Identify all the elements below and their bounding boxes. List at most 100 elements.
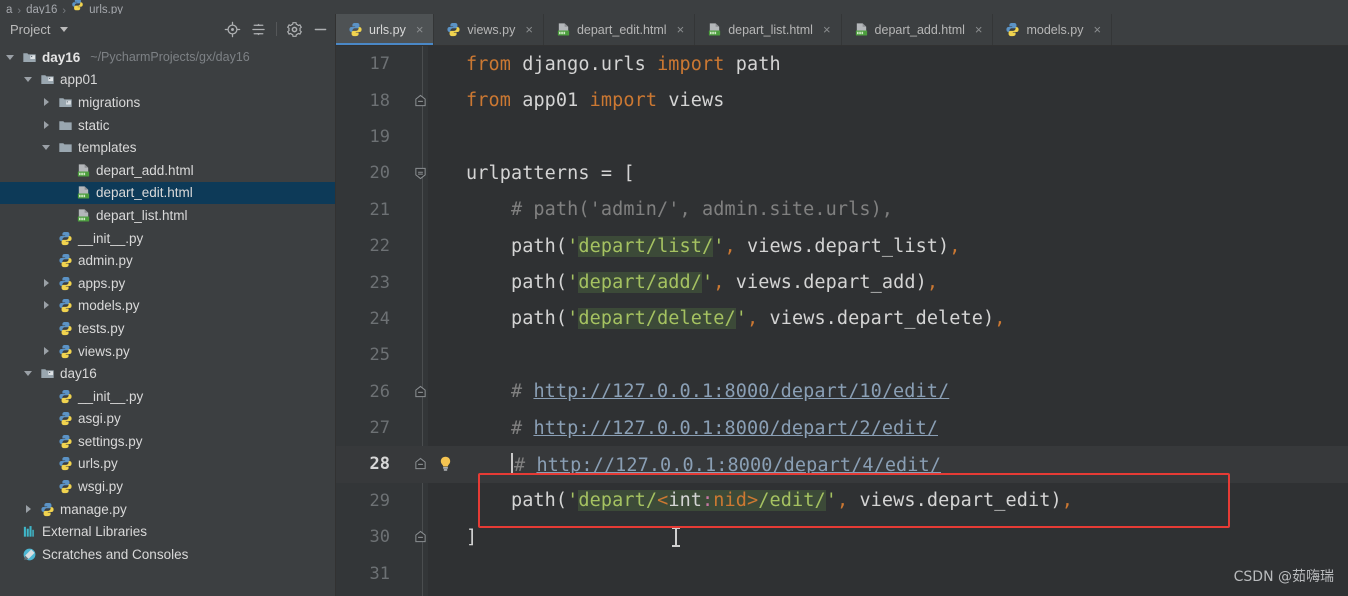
breadcrumb-fragment-file[interactable]: urls.py (89, 4, 123, 14)
code-line[interactable]: 18 from app01 import views (336, 82, 1348, 118)
twisty-expanded-icon[interactable] (42, 142, 53, 153)
tree-item-models-py[interactable]: models.py (0, 295, 335, 318)
close-icon[interactable]: × (677, 23, 685, 36)
code-token: ' (825, 490, 837, 512)
tree-item-apps-py[interactable]: apps.py (0, 272, 335, 295)
editor-tab-urls-py[interactable]: urls.py × (336, 14, 435, 45)
line-number: 31 (369, 563, 390, 584)
editor-tab-depart-list-html[interactable]: depart_list.html × (695, 14, 842, 45)
tree-item-app01[interactable]: app01 (0, 69, 335, 92)
tree-item-static[interactable]: static (0, 114, 335, 137)
code-line[interactable]: 28 # http://127.0.0.1:8000/depart/4/edit… (336, 446, 1348, 483)
tree-item--init-py[interactable]: __init__.py (0, 227, 335, 250)
twisty-expanded-icon[interactable] (24, 368, 35, 379)
code-line[interactable]: 20 urlpatterns = [ (336, 155, 1348, 191)
code-line[interactable]: 30] (336, 519, 1348, 555)
twisty-collapsed-icon[interactable] (24, 504, 35, 515)
close-icon[interactable]: × (975, 23, 983, 36)
tree-item--init-py[interactable]: __init__.py (0, 385, 335, 408)
code-lines[interactable]: 17 from django.urls import path 18 from app… (336, 46, 1348, 592)
breadcrumb-fragment-second[interactable]: day16 (26, 4, 57, 14)
tree-item-urls-py[interactable]: urls.py (0, 453, 335, 476)
editor-tab-depart-edit-html[interactable]: depart_edit.html × (544, 14, 696, 45)
tree-item-tests-py[interactable]: tests.py (0, 317, 335, 340)
line-number: 20 (369, 163, 390, 184)
tree-item-label: depart_add.html (96, 162, 194, 178)
twisty-expanded-icon[interactable] (24, 74, 35, 85)
tree-item-admin-py[interactable]: admin.py (0, 249, 335, 272)
tree-item-depart-add-html[interactable]: depart_add.html (0, 159, 335, 182)
code-line[interactable]: 22 path('depart/list/', views.depart_lis… (336, 228, 1348, 264)
twisty-collapsed-icon[interactable] (42, 346, 53, 357)
twisty-collapsed-icon[interactable] (42, 300, 53, 311)
code-token: http://127.0.0.1:8000/depart/4/edit/ (536, 454, 942, 476)
tree-item-settings-py[interactable]: settings.py (0, 430, 335, 453)
code-line[interactable]: 17 from django.urls import path (336, 46, 1348, 82)
twisty-collapsed-icon[interactable] (42, 97, 53, 108)
breadcrumb-separator-icon: › (17, 5, 22, 14)
fold-end-icon[interactable] (414, 385, 427, 398)
code-line-text: path('depart/delete/', views.depart_dele… (466, 308, 1006, 330)
locate-icon[interactable] (224, 21, 241, 38)
code-token: path( (466, 272, 568, 294)
code-line[interactable]: 29 path('depart/<int:nid>/edit/', views.… (336, 483, 1348, 519)
fold-end-icon[interactable] (414, 458, 427, 471)
minimize-icon[interactable] (312, 21, 329, 38)
tree-item-depart-edit-html[interactable]: depart_edit.html (0, 181, 335, 205)
code-editor[interactable]: 17 from django.urls import path 18 from app… (336, 46, 1348, 596)
tree-item-wsgi-py[interactable]: wsgi.py (0, 475, 335, 498)
collapse-all-icon[interactable] (250, 21, 267, 38)
code-line[interactable]: 19 (336, 119, 1348, 155)
code-line[interactable]: 23 path('depart/add/', views.depart_add)… (336, 264, 1348, 300)
tree-item-migrations[interactable]: migrations (0, 91, 335, 114)
toolbar-divider (276, 22, 277, 36)
fold-start-icon[interactable] (414, 167, 427, 180)
chevron-down-icon[interactable] (60, 26, 69, 32)
tree-item-label: views.py (78, 343, 130, 359)
gear-icon[interactable] (286, 21, 303, 38)
code-token: views.depart_add) (724, 272, 927, 294)
python-file-icon (71, 0, 84, 14)
tree-item-external-libraries[interactable]: External Libraries (0, 520, 335, 543)
close-icon[interactable]: × (1093, 23, 1101, 36)
close-icon[interactable]: × (416, 23, 424, 36)
python-file-icon (59, 344, 72, 358)
lightbulb-intention-icon[interactable] (438, 456, 453, 473)
editor-tab-views-py[interactable]: views.py × (434, 14, 544, 45)
code-line[interactable]: 27 # http://127.0.0.1:8000/depart/2/edit… (336, 410, 1348, 446)
tree-item-views-py[interactable]: views.py (0, 340, 335, 363)
fold-end-icon[interactable] (414, 531, 427, 544)
tree-item-depart-list-html[interactable]: depart_list.html (0, 204, 335, 227)
twisty-collapsed-icon[interactable] (42, 120, 53, 131)
tree-item-manage-py[interactable]: manage.py (0, 498, 335, 521)
code-line[interactable]: 24 path('depart/delete/', views.depart_d… (336, 301, 1348, 337)
tree-item-asgi-py[interactable]: asgi.py (0, 408, 335, 431)
twisty-expanded-icon[interactable] (6, 52, 17, 63)
tree-item-templates[interactable]: templates (0, 136, 335, 159)
tree-item-label: manage.py (60, 501, 127, 517)
project-tree[interactable]: day16 ~/PycharmProjects/gx/day16 app01 migr… (0, 44, 335, 566)
close-icon[interactable]: × (823, 23, 831, 36)
project-panel-title[interactable]: Project (10, 22, 50, 37)
editor-tab-label: urls.py (369, 22, 406, 37)
editor-tab-depart-add-html[interactable]: depart_add.html × (842, 14, 994, 45)
editor-tab-bar[interactable]: urls.py × views.py × depart_edit.html × depart… (336, 14, 1348, 46)
breadcrumb-fragment-first[interactable]: a (6, 4, 12, 14)
code-line[interactable]: 31 (336, 555, 1348, 591)
code-line[interactable]: 25 (336, 337, 1348, 373)
gutter-marks (398, 410, 466, 446)
code-line[interactable]: 21 # path('admin/', admin.site.urls), (336, 192, 1348, 228)
fold-end-icon[interactable] (414, 94, 427, 107)
editor-tab-models-py[interactable]: models.py × (993, 14, 1113, 45)
tree-item-day16[interactable]: day16 ~/PycharmProjects/gx/day16 (0, 46, 335, 69)
twisty-collapsed-icon[interactable] (42, 278, 53, 289)
code-line[interactable]: 26 # http://127.0.0.1:8000/depart/10/edi… (336, 374, 1348, 410)
tree-item-day16[interactable]: day16 (0, 362, 335, 385)
tree-item-scratches-and-consoles[interactable]: Scratches and Consoles (0, 543, 335, 566)
gutter-marks (398, 446, 466, 482)
tree-item-label: day16 (60, 366, 97, 382)
close-icon[interactable]: × (525, 23, 533, 36)
